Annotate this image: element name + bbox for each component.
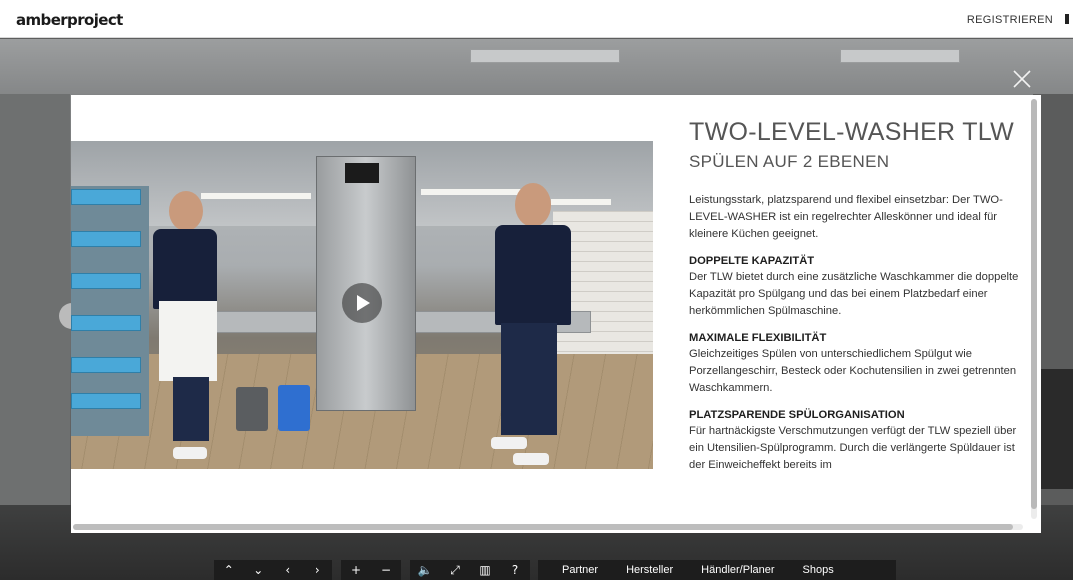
- video-person-legs: [501, 323, 557, 435]
- tool-controls: 🔈 ⤢ ▥ ?: [410, 560, 530, 580]
- help-icon[interactable]: ?: [500, 563, 530, 577]
- video-dishwasher-panel: [345, 163, 379, 183]
- section-body: Gleichzeitiges Spülen von unterschiedlic…: [689, 348, 1017, 394]
- product-title: TWO-LEVEL-WASHER TLW: [689, 119, 1015, 146]
- map-icon[interactable]: ▥: [470, 563, 500, 577]
- video-crate: [71, 273, 141, 289]
- video-crate: [71, 315, 141, 331]
- video-person-head: [169, 191, 203, 231]
- tilt-down-button[interactable]: ⌄: [244, 563, 274, 577]
- link-bar: Partner Hersteller Händler/Planer Shops: [538, 560, 896, 580]
- register-link[interactable]: REGISTRIEREN: [967, 14, 1053, 26]
- ceiling-lamp: [840, 49, 960, 63]
- brand-logo[interactable]: amberproject: [16, 11, 123, 29]
- speaker-icon[interactable]: 🔈: [410, 563, 440, 577]
- partner-link[interactable]: Partner: [538, 564, 612, 576]
- video-person-legs: [173, 377, 209, 441]
- close-icon[interactable]: [1011, 68, 1033, 90]
- product-modal: TWO-LEVEL-WASHER TLW SPÜLEN AUF 2 EBENEN…: [71, 95, 1041, 533]
- pan-left-button[interactable]: ‹: [273, 563, 303, 577]
- user-icon[interactable]: [1065, 14, 1069, 24]
- dealer-planner-link[interactable]: Händler/Planer: [687, 564, 788, 576]
- video-light: [201, 193, 311, 199]
- scene-wall-left: [0, 94, 70, 514]
- video-crate: [71, 231, 141, 247]
- ceiling-lamp: [470, 49, 620, 63]
- pan-right-button[interactable]: ›: [303, 563, 333, 577]
- product-intro: Leistungsstark, platzsparend und flexibe…: [689, 194, 1003, 240]
- zoom-controls: + −: [341, 560, 401, 580]
- video-person-head: [515, 183, 551, 227]
- video-crate: [71, 357, 141, 373]
- vertical-scrollbar-thumb[interactable]: [1031, 99, 1037, 509]
- horizontal-scrollbar[interactable]: [73, 524, 1023, 530]
- video-person-torso: [495, 225, 571, 325]
- fullscreen-icon[interactable]: ⤢: [440, 563, 470, 578]
- shops-link[interactable]: Shops: [789, 564, 858, 576]
- video-crate: [71, 189, 141, 205]
- video-canister: [236, 387, 268, 431]
- video-crate: [71, 393, 141, 409]
- scene-oven: [1039, 369, 1073, 489]
- section-heading: MAXIMALE FLEXIBILITÄT: [689, 332, 827, 344]
- scene-ceiling: [0, 39, 1073, 94]
- top-bar: amberproject REGISTRIEREN: [0, 0, 1073, 38]
- product-video[interactable]: [71, 141, 653, 469]
- video-person-torso: [153, 229, 217, 309]
- section-body: Für hartnäckigste Verschmutzungen verfüg…: [689, 425, 1017, 471]
- zoom-in-button[interactable]: +: [341, 563, 371, 577]
- play-icon[interactable]: [342, 283, 382, 323]
- video-person-shoe: [491, 437, 527, 449]
- video-person-shoe: [513, 453, 549, 465]
- video-person-apron: [159, 301, 217, 381]
- manufacturer-link[interactable]: Hersteller: [612, 564, 687, 576]
- section-heading: PLATZSPARENDE SPÜLORGANISATION: [689, 409, 905, 421]
- tilt-up-button[interactable]: ⌃: [214, 563, 244, 577]
- section-body: Der TLW bietet durch eine zusätzliche Wa…: [689, 271, 1019, 317]
- horizontal-scrollbar-thumb[interactable]: [73, 524, 1013, 530]
- section-heading: DOPPELTE KAPAZITÄT: [689, 255, 815, 267]
- video-person-shoe: [173, 447, 207, 459]
- vertical-scrollbar[interactable]: [1031, 99, 1037, 519]
- zoom-out-button[interactable]: −: [371, 563, 401, 577]
- navigation-controls: ⌃ ⌄ ‹ ›: [214, 560, 332, 580]
- product-description: TWO-LEVEL-WASHER TLW SPÜLEN AUF 2 EBENEN…: [689, 119, 1019, 521]
- video-canister: [278, 385, 310, 431]
- video-light: [551, 199, 611, 205]
- product-subtitle: SPÜLEN AUF 2 EBENEN: [689, 152, 890, 171]
